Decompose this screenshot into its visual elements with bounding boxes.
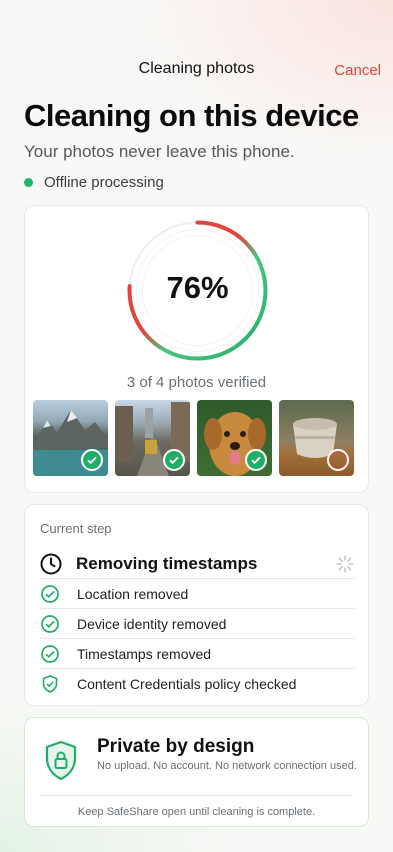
- check-circle-icon: [41, 584, 59, 603]
- cancel-button[interactable]: Cancel: [334, 62, 381, 79]
- photo-thumbnail-city-street[interactable]: [115, 400, 190, 476]
- progress-card: 76% 3 of 4 photos verified: [24, 205, 369, 493]
- privacy-note: Keep SafeShare open until cleaning is co…: [77, 806, 316, 818]
- current-step: Removing timestamps: [40, 549, 355, 579]
- status-dot-icon: [24, 178, 33, 187]
- step-item: Device identity removed: [40, 609, 355, 639]
- step-item-label: Location removed: [77, 585, 189, 602]
- check-circle-icon: [41, 614, 59, 633]
- page-title: Cleaning on this device: [24, 98, 359, 133]
- step-item-label: Device identity removed: [77, 615, 227, 632]
- step-item: Timestamps removed: [40, 639, 355, 669]
- top-bar: Cleaning photos Cancel: [0, 60, 393, 84]
- photo-thumbnail-mountain-lake[interactable]: [33, 400, 108, 476]
- offline-status: Offline processing: [24, 174, 164, 191]
- photo-pending-icon: [327, 449, 349, 471]
- offline-status-label: Offline processing: [44, 174, 164, 191]
- photo-thumbnail-cup[interactable]: [279, 400, 354, 476]
- photo-done-check-icon: [81, 449, 103, 471]
- privacy-card: Private by design No upload. No account.…: [24, 717, 369, 827]
- divider: [40, 795, 353, 796]
- check-circle-icon: [41, 644, 59, 663]
- step-item-label: Content Credentials policy checked: [77, 676, 297, 692]
- page-subtitle: Your photos never leave this phone.: [24, 142, 295, 161]
- photo-thumbnail-dog[interactable]: [197, 400, 272, 476]
- step-item: Content Credentials policy checked: [40, 669, 355, 699]
- current-step-text: Removing timestamps: [76, 553, 258, 573]
- shield-check-icon: [42, 675, 58, 693]
- photo-thumbnails: [33, 400, 354, 476]
- progress-ring: 76%: [125, 218, 270, 363]
- privacy-description: No upload. No account. No network connec…: [97, 760, 357, 772]
- photo-done-check-icon: [163, 449, 185, 471]
- shield-lock-icon: [45, 740, 77, 781]
- privacy-title: Private by design: [97, 736, 255, 757]
- photo-done-check-icon: [245, 449, 267, 471]
- step-item-label: Timestamps removed: [77, 645, 212, 662]
- clock-icon: [40, 553, 62, 574]
- step-item: Location removed: [40, 579, 355, 609]
- current-step-label: Current step: [40, 521, 112, 536]
- progress-percent: 76%: [166, 270, 229, 305]
- spinner-icon: [336, 554, 354, 573]
- verified-count: 3 of 4 photos verified: [126, 374, 267, 391]
- steps-card: Current step Removing timestamps Locatio…: [24, 504, 369, 706]
